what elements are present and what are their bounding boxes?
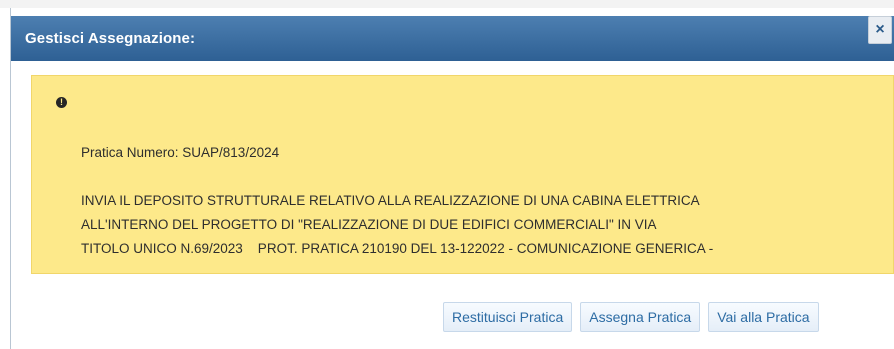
close-icon: × xyxy=(875,21,885,38)
go-to-practice-button[interactable]: Vai alla Pratica xyxy=(708,302,819,332)
description-line-2: ALL'INTERNO DEL PROGETTO DI "REALIZZAZIO… xyxy=(81,217,657,232)
return-practice-button[interactable]: Restituisci Pratica xyxy=(443,302,573,332)
warning-notice: ! Pratica Numero: SUAP/813/2024 INVIA IL… xyxy=(31,75,894,274)
dialog-titlebar: Gestisci Assegnazione: xyxy=(11,16,894,61)
description-line-1: INVIA IL DEPOSITO STRUTTURALE RELATIVO A… xyxy=(81,193,700,208)
background-strip xyxy=(0,0,894,8)
assignment-dialog: Gestisci Assegnazione: × ! Pratica Numer… xyxy=(10,8,894,349)
close-button[interactable]: × xyxy=(868,16,892,44)
dialog-actions: Restituisci Pratica Assegna Pratica Vai … xyxy=(443,302,819,332)
assign-practice-button[interactable]: Assegna Pratica xyxy=(580,302,701,332)
exclamation-circle-icon: ! xyxy=(56,97,67,108)
description-line-3: TITOLO UNICO N.69/2023 PROT. PRATICA 210… xyxy=(81,241,714,256)
dialog-title: Gestisci Assegnazione: xyxy=(25,30,196,47)
page: Gestisci Assegnazione: × ! Pratica Numer… xyxy=(0,0,894,349)
practice-number: Pratica Numero: SUAP/813/2024 xyxy=(81,145,280,160)
